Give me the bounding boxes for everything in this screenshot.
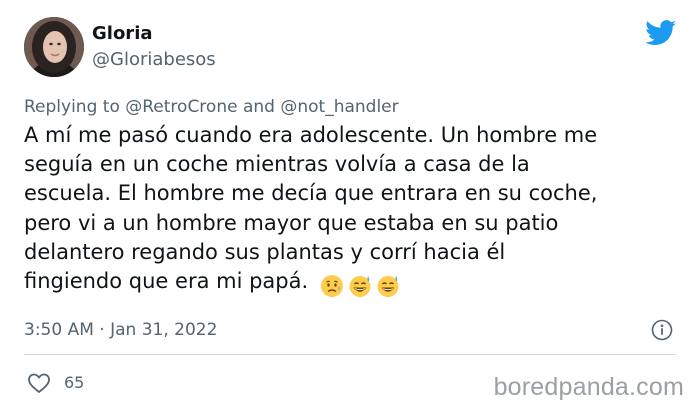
- grinning-sweat-emoji: [377, 275, 399, 297]
- tweet-text-line: seguía en un coche mientras volvía a cas…: [24, 152, 530, 177]
- tweet-text: A mí me pasó cuando era adolescente. Un …: [24, 121, 684, 297]
- worried-face-emoji: [321, 274, 344, 297]
- mention-link-retrocrone[interactable]: @RetroCrone: [125, 97, 237, 117]
- mention-link-not-handler[interactable]: @not_handler: [280, 97, 398, 117]
- watermark: boredpanda.com: [493, 373, 684, 401]
- reply-joiner: and: [242, 97, 275, 117]
- twitter-bird-icon[interactable]: [645, 20, 677, 46]
- tweet-timestamp[interactable]: 3:50 AM · Jan 31, 2022: [24, 319, 217, 341]
- tweet-text-last-line: fingiendo que era mi papá.: [24, 267, 684, 297]
- info-icon[interactable]: [651, 319, 673, 341]
- grinning-sweat-emoji: [349, 275, 371, 297]
- user-handle[interactable]: @Gloriabesos: [92, 49, 216, 71]
- like-count: 65: [64, 373, 85, 392]
- tweet-text-line: pero vi a un hombre mayor que estaba en …: [24, 210, 559, 235]
- tweet-card: Gloria @Gloriabesos Replying to @RetroCr…: [0, 0, 700, 411]
- heart-icon[interactable]: [27, 372, 51, 394]
- tweet-text-line: escuela. El hombre me decía que entrara …: [24, 181, 598, 206]
- divider: [24, 354, 676, 355]
- tweet-text-line: A mí me pasó cuando era adolescente. Un …: [24, 123, 598, 147]
- avatar-image: [24, 17, 84, 77]
- avatar[interactable]: [24, 17, 84, 77]
- reply-context: Replying to @RetroCrone and @not_handler: [24, 96, 399, 118]
- tweet-text-line: fingiendo que era mi papá.: [24, 268, 309, 293]
- emoji-group: [320, 271, 404, 300]
- tweet-text-line: delantero regando sus plantas y corrí ha…: [24, 239, 506, 264]
- display-name[interactable]: Gloria: [92, 23, 153, 45]
- reply-prefix: Replying to: [24, 97, 120, 117]
